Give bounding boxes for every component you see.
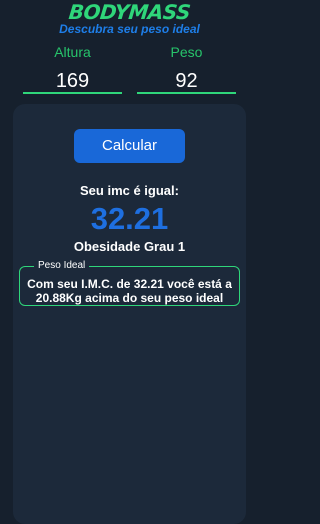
ideal-weight-box: Peso Ideal Com seu I.M.C. de 32.21 você … [19, 260, 240, 306]
app-logo-title: BODYMASS [67, 0, 192, 24]
peso-label: Peso [170, 44, 203, 60]
peso-input[interactable]: 92 [137, 71, 236, 91]
ideal-weight-text: Com seu I.M.C. de 32.21 você está a 20.8… [20, 277, 239, 305]
altura-input[interactable]: 169 [23, 71, 122, 91]
ideal-weight-line-2: 20.88Kg acima do seu peso ideal [35, 291, 224, 305]
altura-underline [23, 92, 122, 94]
peso-underline [137, 92, 236, 94]
ideal-weight-line-1: Com seu I.M.C. de 32.21 você está a [27, 277, 232, 291]
altura-field[interactable]: Altura 169 [23, 44, 122, 94]
app-subtitle: Descubra seu peso ideal [59, 22, 200, 36]
imc-result-value: 32.21 [90, 201, 169, 236]
imc-result-label: Seu imc é igual: [80, 183, 179, 198]
altura-label: Altura [54, 44, 91, 60]
calculate-button[interactable]: Calcular [74, 129, 185, 163]
peso-field[interactable]: Peso 92 [137, 44, 236, 94]
imc-category: Obesidade Grau 1 [73, 239, 186, 254]
result-panel: Calcular Seu imc é igual: 32.21 Obesidad… [13, 104, 246, 524]
ideal-weight-legend: Peso Ideal [34, 260, 90, 272]
